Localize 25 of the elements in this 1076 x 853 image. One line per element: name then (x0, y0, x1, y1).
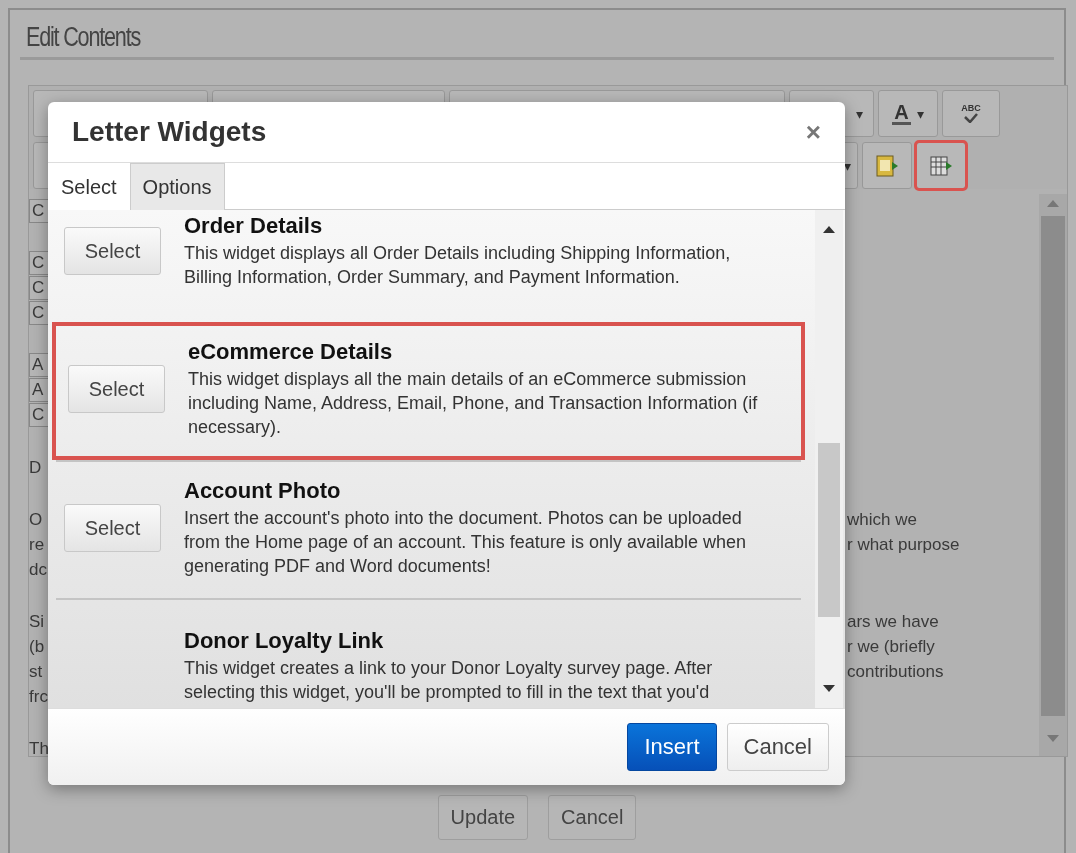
letter-text: which we (847, 510, 917, 529)
widget-title: Order Details (184, 213, 324, 239)
letter-text: contributions (847, 662, 944, 681)
widget-description: This widget displays all the main details of an eCommerce submission including Name, Address, Email, Phone, and Transaction Information (if necessary). (188, 368, 759, 439)
letter-text: (b (29, 637, 45, 656)
page-title: Edit Contents (26, 22, 141, 53)
letter-text: O (29, 510, 43, 529)
dialog-title: Letter Widgets (72, 116, 267, 148)
letter-text: ars we have (847, 612, 939, 631)
widget-description: This widget creates a link to your Donor Loyalty survey page. After selecting this widget, you'll be prompted to fill in the text that you'd (184, 657, 714, 704)
widget-title: eCommerce Details (188, 339, 394, 365)
letter-text: st (29, 662, 43, 681)
letter-text: Th (29, 739, 49, 758)
widget-description: Insert the account's photo into the document. Photos can be uploaded from the Home page of an account. This feature is only available when generating PDF and Word documents! (184, 507, 747, 578)
letter-text: dc (29, 560, 47, 579)
letter-text: r we (briefly (847, 637, 935, 656)
letter-text: Si (29, 612, 45, 631)
widget-title: Account Photo (184, 478, 342, 504)
letter-text: r what purpose (847, 535, 960, 554)
caret-icon: ▾ (844, 157, 851, 174)
letter-text: D (29, 458, 42, 477)
letter-text: re (29, 535, 45, 554)
widget-description: This widget displays all Order Details including Shipping Information, Billing Information, Order Summary, and Payment Information. (184, 242, 732, 289)
widget-title: Donor Loyalty Link (184, 628, 385, 654)
letter-text: frc (29, 687, 48, 706)
